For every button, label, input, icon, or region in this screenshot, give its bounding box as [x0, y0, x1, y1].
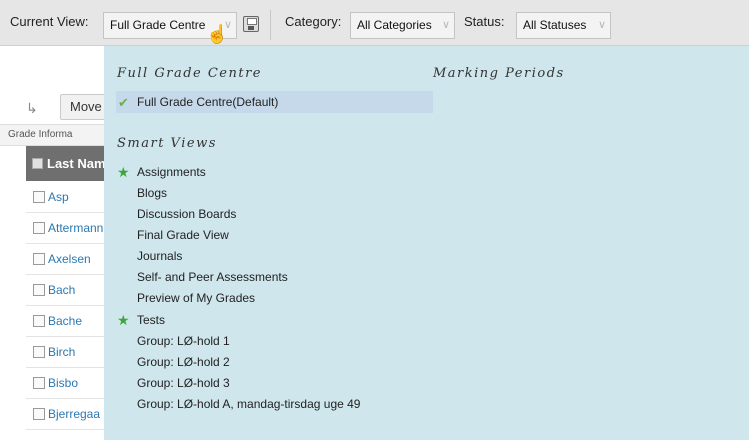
table-row: Bisbo: [26, 368, 104, 399]
table-row: Axelsen: [26, 244, 104, 275]
current-view-value: Full Grade Centre: [110, 18, 206, 32]
category-select[interactable]: All Categories ∨: [350, 12, 455, 39]
menu-item-group-lo-hold-2[interactable]: Group: LØ-hold 2: [137, 355, 230, 369]
table-row: Asp: [26, 182, 104, 213]
last-name-header-label: Last Nam: [47, 156, 104, 171]
row-checkbox[interactable]: [33, 222, 45, 234]
hand-pointer-icon: ☝: [206, 24, 229, 44]
last-name-column-header[interactable]: Last Nam: [26, 146, 104, 181]
view-dropdown-menu: Full Grade Centre Marking Periods ✔ Full…: [104, 46, 749, 440]
table-row: Attermann: [26, 213, 104, 244]
check-icon: ✔: [118, 95, 129, 110]
student-name-link[interactable]: Attermann: [48, 221, 103, 235]
chevron-down-icon: ∨: [441, 19, 450, 31]
grade-centre-toolbar: Current View: Full Grade Centre ∨ Catego…: [0, 0, 749, 46]
row-checkbox[interactable]: [33, 408, 45, 420]
toolbar-divider: [270, 10, 271, 40]
student-name-link[interactable]: Axelsen: [48, 252, 91, 266]
save-view-button[interactable]: [243, 16, 259, 32]
category-label: Category:: [285, 14, 342, 29]
table-row: Bach: [26, 275, 104, 306]
row-checkbox[interactable]: [33, 377, 45, 389]
menu-item-group-lo-hold-1[interactable]: Group: LØ-hold 1: [137, 334, 230, 348]
menu-item-self-peer-assessments[interactable]: Self- and Peer Assessments: [137, 270, 288, 284]
student-name-link[interactable]: Bach: [48, 283, 75, 297]
student-name-link[interactable]: Bjerregaa: [48, 407, 100, 421]
row-checkbox[interactable]: [33, 191, 45, 203]
chevron-down-icon: ∨: [597, 19, 606, 31]
student-name-link[interactable]: Bisbo: [48, 376, 78, 390]
menu-item-blogs[interactable]: Blogs: [137, 186, 167, 200]
table-row: Bjerregaa: [26, 399, 104, 430]
table-row: Bache: [26, 306, 104, 337]
row-checkbox[interactable]: [33, 315, 45, 327]
menu-item-final-grade-view[interactable]: Final Grade View: [137, 228, 229, 242]
move-button[interactable]: Move: [60, 94, 110, 120]
menu-item-group-lo-hold-3[interactable]: Group: LØ-hold 3: [137, 376, 230, 390]
table-row: Birch: [26, 337, 104, 368]
star-icon: ★: [117, 312, 130, 328]
star-icon: ★: [117, 164, 130, 180]
marking-periods-heading: Marking Periods: [433, 66, 565, 81]
student-name-link[interactable]: Birch: [48, 345, 75, 359]
menu-item-label: Full Grade Centre(Default): [137, 95, 279, 109]
menu-item-assignments[interactable]: Assignments: [137, 165, 206, 179]
grade-information-bar: Grade Informa: [0, 124, 104, 146]
status-label: Status:: [464, 14, 505, 29]
status-value: All Statuses: [523, 18, 587, 32]
menu-item-group-lo-hold-a[interactable]: Group: LØ-hold A, mandag-tirsdag uge 49: [137, 397, 360, 411]
row-checkbox[interactable]: [33, 346, 45, 358]
menu-item-journals[interactable]: Journals: [137, 249, 182, 263]
menu-item-discussion-boards[interactable]: Discussion Boards: [137, 207, 236, 221]
student-name-link[interactable]: Bache: [48, 314, 82, 328]
move-arrow-icon: ↳: [26, 100, 38, 116]
select-all-checkbox[interactable]: [32, 158, 43, 169]
category-value: All Categories: [357, 18, 432, 32]
row-checkbox[interactable]: [33, 284, 45, 296]
smart-views-heading: Smart Views: [117, 136, 217, 151]
menu-item-tests[interactable]: Tests: [137, 313, 165, 327]
status-select[interactable]: All Statuses ∨: [516, 12, 611, 39]
student-name-link[interactable]: Asp: [48, 190, 69, 204]
menu-item-preview-my-grades[interactable]: Preview of My Grades: [137, 291, 255, 305]
row-checkbox[interactable]: [33, 253, 45, 265]
full-grade-centre-heading: Full Grade Centre: [117, 66, 262, 81]
current-view-label: Current View:: [10, 14, 89, 29]
